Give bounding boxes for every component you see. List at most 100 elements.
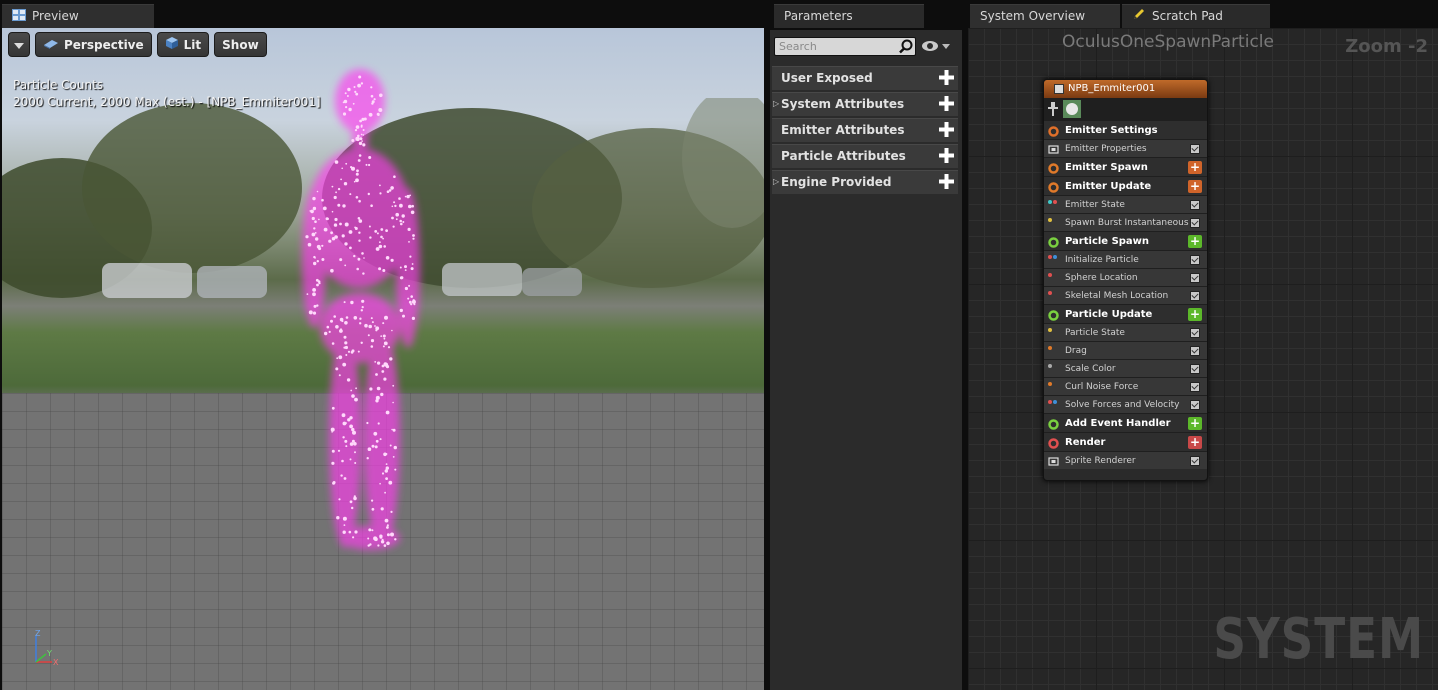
particle-spark [368,163,371,167]
particle-spark [377,422,380,425]
add-module-button[interactable]: + [1188,180,1202,193]
module-enabled-checkbox[interactable] [1190,200,1200,210]
show-button[interactable]: Show [214,32,267,57]
module-enabled-checkbox[interactable] [1190,456,1200,466]
stack-row-emitter-properties[interactable]: Emitter Properties [1044,139,1207,157]
stack-row-sprite-renderer[interactable]: Sprite Renderer [1044,451,1207,469]
particle-spark [335,367,339,371]
emitter-enabled-checkbox[interactable] [1054,84,1064,94]
viewport-options-button[interactable] [8,32,30,57]
stack-row-initialize-particle[interactable]: Initialize Particle [1044,250,1207,268]
tab-scratch-pad[interactable]: Scratch Pad [1122,4,1270,28]
tab-system-overview[interactable]: System Overview [970,4,1120,28]
stack-row-solve-forces-and-velocity[interactable]: Solve Forces and Velocity [1044,395,1207,413]
stack-row-scale-color[interactable]: Scale Color [1044,359,1207,377]
particle-spark [356,169,359,173]
module-enabled-checkbox[interactable] [1190,364,1200,374]
particle-spark [342,112,347,116]
particle-spark [351,349,355,353]
stack-row-particle-spawn[interactable]: Particle Spawn + [1044,231,1207,250]
particle-spark [357,134,360,138]
stack-row-emitter-update[interactable]: Emitter Update + [1044,176,1207,195]
stack-row-label: Render [1065,437,1106,448]
particle-spark [343,335,347,339]
tab-preview[interactable]: Preview [2,4,154,28]
axis-z-label: Z [35,629,41,638]
add-plus-icon[interactable] [939,96,954,111]
module-enabled-checkbox[interactable] [1190,255,1200,265]
stack-row-particle-update[interactable]: Particle Update + [1044,304,1207,323]
stack-row-emitter-spawn[interactable]: Emitter Spawn + [1044,157,1207,176]
particle-spark [333,223,338,227]
emitter-thumbnail-icon [1063,100,1081,118]
particle-spark [318,282,321,284]
add-plus-icon[interactable] [939,174,954,189]
module-enabled-checkbox[interactable] [1190,400,1200,410]
stack-row-sphere-location[interactable]: Sphere Location [1044,268,1207,286]
module-enabled-checkbox[interactable] [1190,382,1200,392]
particle-spark [359,137,363,141]
stack-row-skeletal-mesh-location[interactable]: Skeletal Mesh Location [1044,286,1207,304]
tab-parameters[interactable]: Parameters [774,4,924,28]
module-enabled-checkbox[interactable] [1190,218,1200,228]
module-enabled-checkbox[interactable] [1190,291,1200,301]
stack-row-curl-noise-force[interactable]: Curl Noise Force [1044,377,1207,395]
param-row-particle-attributes[interactable]: Particle Attributes [772,144,958,168]
add-module-button[interactable]: + [1188,235,1202,248]
add-module-button[interactable]: + [1188,436,1202,449]
expand-arrow-icon[interactable]: ▷ [773,171,779,193]
particle-spark [352,102,355,105]
emitter-stack-rows: Emitter Settings Emitter Properties Emitte… [1044,120,1207,469]
particle-spark [341,413,346,418]
search-icon[interactable] [899,39,914,58]
particle-spark [331,342,335,345]
particle-spark [368,324,373,329]
stack-row-add-event-handler[interactable]: Add Event Handler + [1044,413,1207,432]
param-row-user-exposed[interactable]: User Exposed [772,66,958,90]
emitter-node[interactable]: NPB_Emmiter001 Emitter Settings Emitter P… [1043,79,1208,481]
add-module-button[interactable]: + [1188,308,1202,321]
system-title: OculusOneSpawnParticle [1062,32,1274,52]
particle-spark [347,87,351,92]
particle-spark [343,182,348,186]
pin-icon[interactable] [1048,102,1058,116]
module-enabled-checkbox[interactable] [1190,273,1200,283]
eye-icon[interactable] [922,38,950,57]
module-dot-icon [1048,400,1052,404]
param-row-engine-provided[interactable]: ▷ Engine Provided [772,170,958,194]
particle-spark [314,220,317,223]
param-row-emitter-attributes[interactable]: Emitter Attributes [772,118,958,142]
particle-spark [404,269,407,271]
particle-spark [354,226,356,229]
emitter-node-header[interactable]: NPB_Emmiter001 [1044,80,1207,98]
particle-spark [366,457,369,460]
lit-button[interactable]: Lit [156,32,210,57]
stack-row-emitter-state[interactable]: Emitter State [1044,195,1207,213]
stack-row-spawn-burst-instantaneous[interactable]: Spawn Burst Instantaneous [1044,213,1207,231]
module-enabled-checkbox[interactable] [1190,144,1200,154]
stack-row-drag[interactable]: Drag [1044,341,1207,359]
perspective-button[interactable]: Perspective [35,32,152,57]
stack-row-render[interactable]: Render + [1044,432,1207,451]
particle-spark [408,204,412,209]
particle-spark [382,334,386,338]
stack-row-particle-state[interactable]: Particle State [1044,323,1207,341]
add-plus-icon[interactable] [939,122,954,137]
particle-spark [380,507,384,511]
module-enabled-checkbox[interactable] [1190,328,1200,338]
param-row-system-attributes[interactable]: ▷ System Attributes [772,92,958,116]
add-module-button[interactable]: + [1188,161,1202,174]
add-plus-icon[interactable] [939,70,954,85]
particle-spark [360,309,363,312]
search-input[interactable]: Search [774,37,916,56]
expand-arrow-icon[interactable]: ▷ [773,93,779,115]
add-module-button[interactable]: + [1188,417,1202,430]
module-enabled-checkbox[interactable] [1190,346,1200,356]
particle-spark [371,100,375,104]
particle-spark [399,308,403,313]
preview-viewport[interactable]: Perspective Lit Show Particle Counts 200… [2,28,764,690]
add-plus-icon[interactable] [939,148,954,163]
particle-spark [379,192,382,195]
add-event-handler-icon [1048,418,1059,430]
stack-row-emitter-settings[interactable]: Emitter Settings [1044,120,1207,139]
